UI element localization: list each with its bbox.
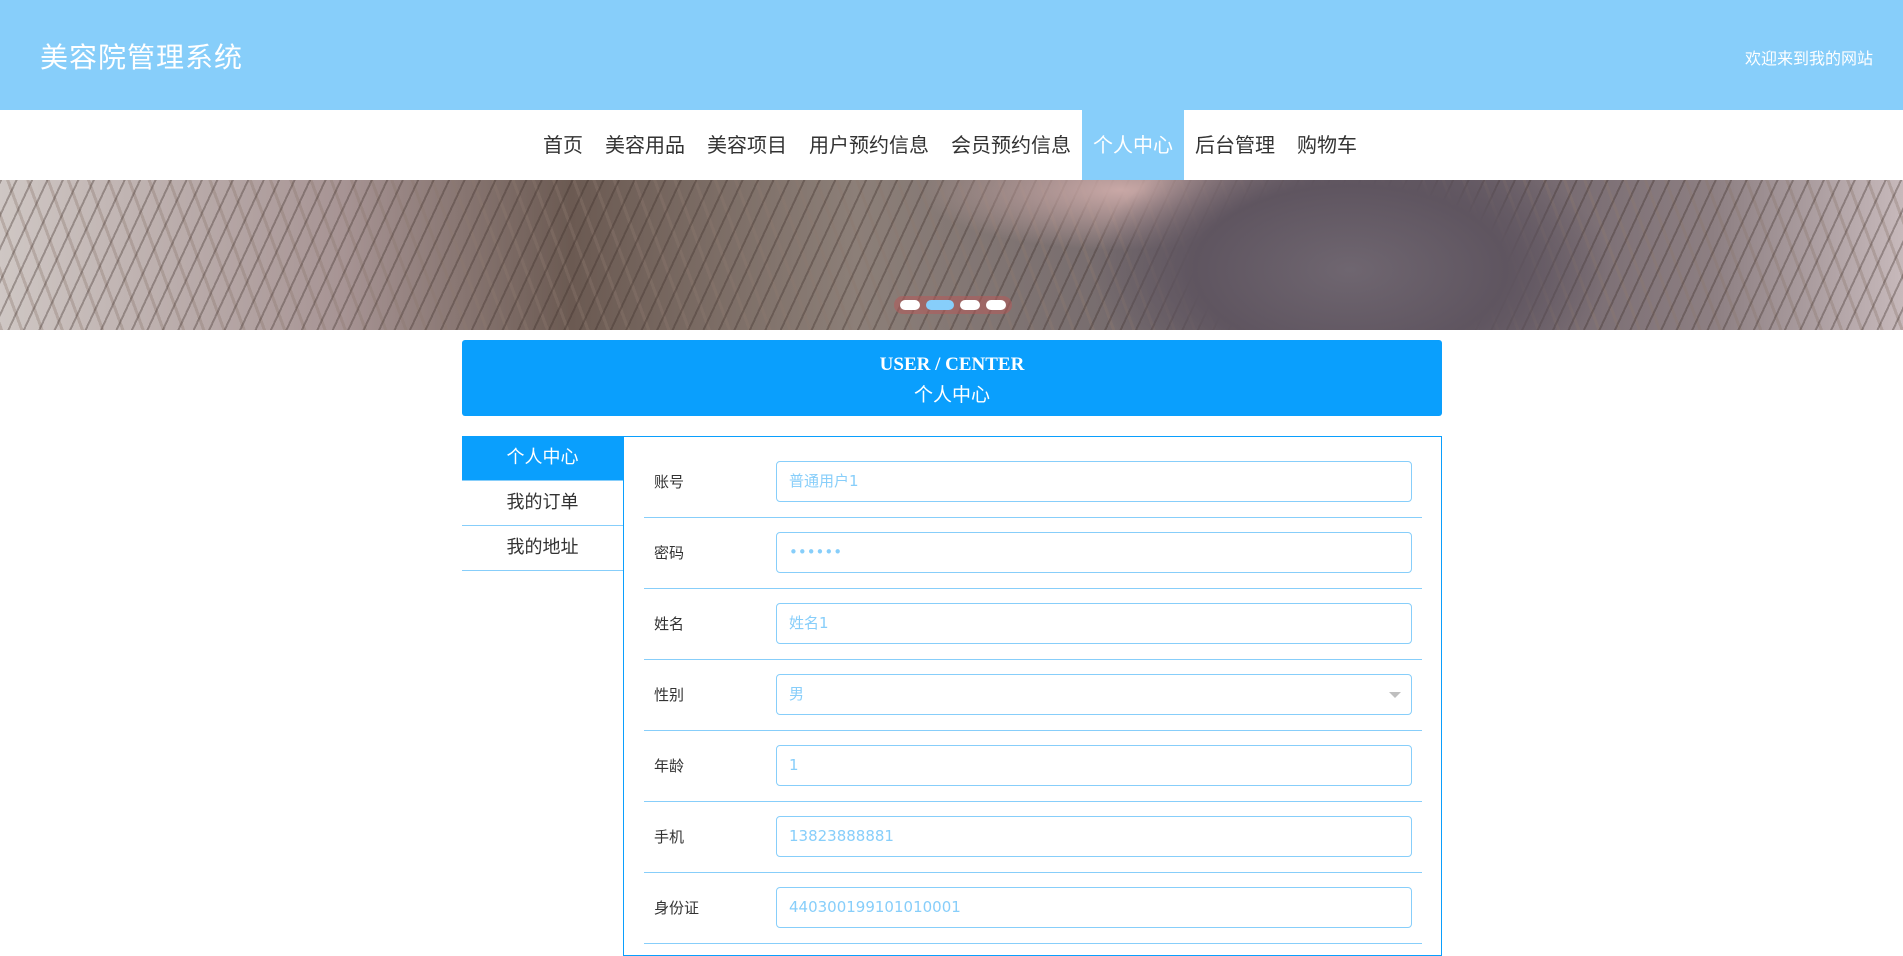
carousel-indicators — [894, 296, 1012, 314]
sidebar-item-my-address[interactable]: 我的地址 — [462, 526, 623, 571]
account-label: 账号 — [654, 473, 685, 491]
main-nav: 首页 美容用品 美容项目 用户预约信息 会员预约信息 个人中心 后台管理 购物车 — [0, 110, 1903, 180]
age-field[interactable]: 1 — [776, 745, 1412, 786]
form-row-gender: 性别 男 — [644, 660, 1422, 731]
nav-item-cart[interactable]: 购物车 — [1286, 110, 1368, 180]
password-label: 密码 — [654, 544, 685, 562]
form-row-id-card: 身份证 440300199101010001 — [644, 873, 1422, 944]
name-field[interactable]: 姓名1 — [776, 603, 1412, 644]
section-title-en: USER / CENTER — [879, 354, 1025, 375]
sidebar-item-my-orders[interactable]: 我的订单 — [462, 481, 623, 526]
phone-field[interactable]: 13823888881 — [776, 816, 1412, 857]
nav-item-home[interactable]: 首页 — [532, 110, 594, 180]
carousel-dot-2[interactable] — [926, 300, 954, 310]
age-label: 年龄 — [654, 757, 685, 775]
form-row-age: 年龄 1 — [644, 731, 1422, 802]
nav-item-beauty-products[interactable]: 美容用品 — [594, 110, 696, 180]
gender-label: 性别 — [654, 686, 685, 704]
top-header: 美容院管理系统 欢迎来到我的网站 — [0, 0, 1903, 110]
phone-label: 手机 — [654, 828, 685, 846]
nav-item-beauty-projects[interactable]: 美容项目 — [696, 110, 798, 180]
section-title: USER / CENTER 个人中心 — [462, 340, 1442, 416]
password-field[interactable]: •••••• — [776, 532, 1412, 573]
sidebar-item-personal-center[interactable]: 个人中心 — [462, 436, 623, 481]
gender-select[interactable]: 男 — [776, 674, 1412, 715]
section-title-cn: 个人中心 — [913, 385, 990, 406]
profile-form-panel: 账号 普通用户1 密码 •••••• 姓名 姓名1 性别 男 年龄 1 手机 1… — [623, 436, 1442, 956]
account-field[interactable]: 普通用户1 — [776, 461, 1412, 502]
nav-item-personal-center[interactable]: 个人中心 — [1082, 110, 1184, 180]
form-row-name: 姓名 姓名1 — [644, 589, 1422, 660]
chevron-down-icon — [1389, 692, 1401, 698]
id-card-label: 身份证 — [654, 899, 700, 917]
name-label: 姓名 — [654, 615, 685, 633]
nav-item-user-appointments[interactable]: 用户预约信息 — [798, 110, 940, 180]
nav-list: 首页 美容用品 美容项目 用户预约信息 会员预约信息 个人中心 后台管理 购物车 — [532, 110, 1368, 180]
carousel-dot-3[interactable] — [960, 300, 980, 310]
nav-item-member-appointments[interactable]: 会员预约信息 — [940, 110, 1082, 180]
nav-item-admin[interactable]: 后台管理 — [1184, 110, 1286, 180]
carousel-dot-4[interactable] — [986, 300, 1006, 310]
form-row-password: 密码 •••••• — [644, 518, 1422, 589]
carousel-dot-1[interactable] — [900, 300, 920, 310]
site-brand[interactable]: 美容院管理系统 — [40, 36, 243, 76]
form-row-account: 账号 普通用户1 — [644, 447, 1422, 518]
form-row-phone: 手机 13823888881 — [644, 802, 1422, 873]
user-sidebar: 个人中心 我的订单 我的地址 — [462, 436, 623, 571]
gender-selected-value: 男 — [789, 685, 805, 703]
id-card-field[interactable]: 440300199101010001 — [776, 887, 1412, 928]
welcome-text: 欢迎来到我的网站 — [1744, 49, 1873, 68]
